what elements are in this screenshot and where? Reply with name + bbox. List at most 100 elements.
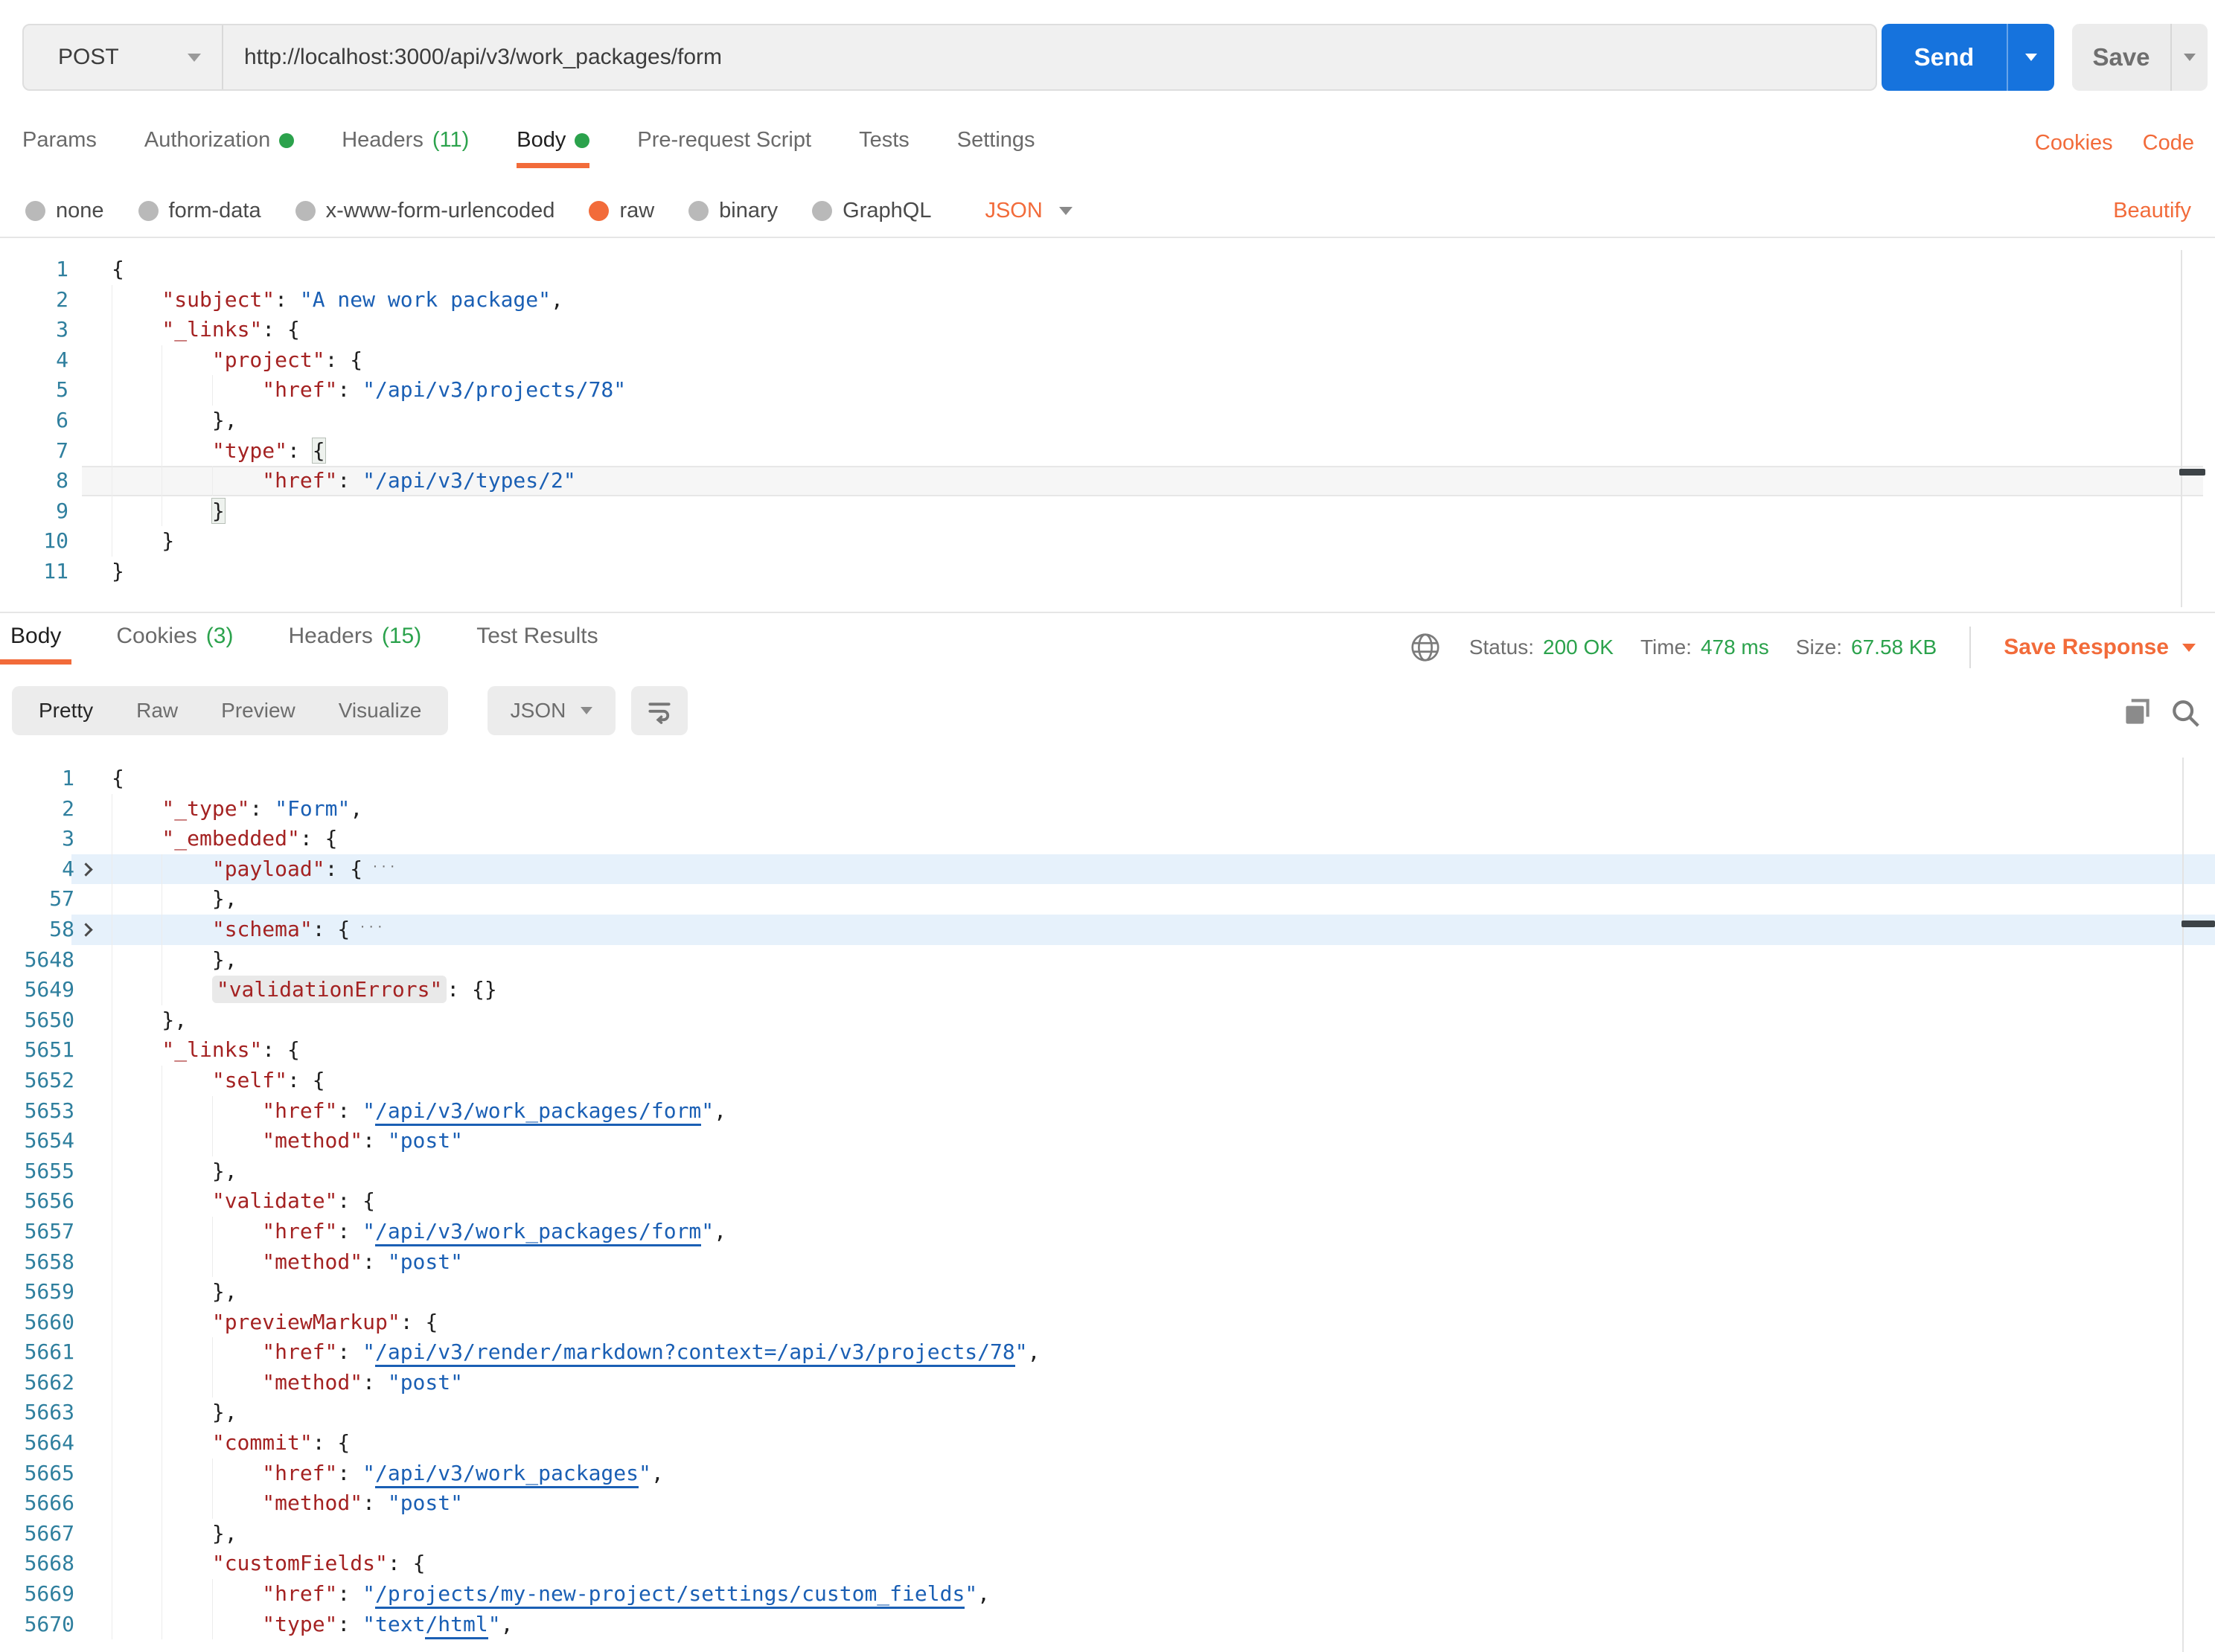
tab-label: Authorization <box>144 128 270 153</box>
save-options-button[interactable] <box>2170 24 2208 91</box>
line-gutter: 5649 <box>0 975 97 1005</box>
copy-response-button[interactable] <box>2118 694 2155 734</box>
link-text[interactable]: /api/v3/work_packages <box>375 1461 639 1488</box>
line-gutter: 5655 <box>0 1156 97 1187</box>
line-number: 4 <box>0 854 74 885</box>
line-number: 5654 <box>0 1126 74 1156</box>
indent-guide <box>112 466 162 496</box>
body-type-form-data[interactable]: form-data <box>138 199 261 223</box>
fold-slot <box>74 854 97 885</box>
code-token: : <box>337 1612 362 1636</box>
response-body-viewer[interactable]: 1{2"_type": "Form",3"_embedded": {4"payl… <box>0 758 2215 1652</box>
code-text: "method": "post" <box>97 1368 463 1398</box>
tab-count: (11) <box>432 128 469 153</box>
code-line: 4"project": { <box>0 345 2215 376</box>
beautify-link[interactable]: Beautify <box>2113 188 2191 234</box>
indent-guide <box>112 854 162 885</box>
code-text: "_embedded": { <box>97 824 337 854</box>
link-text[interactable]: /html <box>425 1612 488 1639</box>
line-gutter: 5663 <box>0 1398 97 1428</box>
response-tab-test-results[interactable]: Test Results <box>466 624 608 665</box>
tab-pre-request-script[interactable]: Pre-request Script <box>637 128 811 168</box>
tab-headers[interactable]: Headers(11) <box>342 128 469 168</box>
request-format-select[interactable]: JSON <box>985 199 1072 223</box>
tab-label: Settings <box>957 128 1035 153</box>
code-token: "subject" <box>162 287 275 312</box>
code-text: }, <box>97 945 237 976</box>
response-scrollbar-track[interactable] <box>2182 758 2184 1652</box>
line-number: 2 <box>0 794 74 825</box>
fold-slot <box>74 1337 97 1368</box>
link-text[interactable]: /api/v3/render/markdown?context=/api/v3/… <box>375 1339 1015 1367</box>
body-type-none[interactable]: none <box>25 199 104 223</box>
response-tab-headers[interactable]: Headers(15) <box>278 624 432 665</box>
cookies-link[interactable]: Cookies <box>2035 131 2113 156</box>
code-token: { <box>337 917 350 941</box>
method-select[interactable]: POST <box>24 25 223 89</box>
fold-slot <box>74 1488 97 1519</box>
tab-tests[interactable]: Tests <box>859 128 910 168</box>
line-number: 5659 <box>0 1277 74 1307</box>
fold-slot <box>74 1307 97 1338</box>
code-line: 1{ <box>0 763 2215 794</box>
save-response-button[interactable]: Save Response <box>2004 635 2196 660</box>
code-token: "/api/v3/types/2" <box>362 468 576 493</box>
indent-guide <box>112 1005 162 1036</box>
code-text: "_links": { <box>97 1035 300 1066</box>
line-gutter: 2 <box>0 285 82 316</box>
line-number: 11 <box>0 557 68 587</box>
send-button[interactable]: Send <box>1882 24 2007 91</box>
code-token: "text <box>362 1612 425 1636</box>
indent-guide <box>112 945 162 976</box>
code-line: 2"_type": "Form", <box>0 794 2215 825</box>
view-tab-visualize[interactable]: Visualize <box>339 699 422 723</box>
code-token: : <box>337 1339 362 1364</box>
divider <box>1969 627 1971 668</box>
response-tab-cookies[interactable]: Cookies(3) <box>106 624 243 665</box>
save-button[interactable]: Save <box>2072 24 2170 91</box>
response-tab-body[interactable]: Body <box>0 624 71 665</box>
view-tab-preview[interactable]: Preview <box>221 699 295 723</box>
url-input[interactable]: http://localhost:3000/api/v3/work_packag… <box>223 25 1876 89</box>
tab-authorization[interactable]: Authorization <box>144 128 294 168</box>
response-format-select[interactable]: JSON <box>488 686 616 735</box>
indent-guide <box>162 945 211 976</box>
link-text[interactable]: /projects/my-new-project/settings/custom… <box>375 1581 965 1609</box>
tab-body[interactable]: Body <box>517 128 589 168</box>
search-response-button[interactable] <box>2169 697 2203 734</box>
body-type-graphql[interactable]: GraphQL <box>812 199 931 223</box>
code-text: "customFields": { <box>97 1549 425 1579</box>
request-scrollbar-track[interactable] <box>2181 250 2182 607</box>
fold-toggle-icon[interactable] <box>79 923 92 936</box>
code-token: : <box>362 1128 388 1153</box>
tab-settings[interactable]: Settings <box>957 128 1035 168</box>
code-token: } <box>162 528 174 553</box>
code-line: 5649"validationErrors": {} <box>0 975 2215 1005</box>
request-body-editor[interactable]: 1{2"subject": "A new work package",3"_li… <box>0 250 2215 592</box>
tab-params[interactable]: Params <box>22 128 97 168</box>
code-line: 2"subject": "A new work package", <box>0 285 2215 316</box>
body-type-x-www-form-urlencoded[interactable]: x-www-form-urlencoded <box>295 199 555 223</box>
code-token: , <box>501 1612 514 1636</box>
code-text: } <box>82 496 225 527</box>
body-type-binary[interactable]: binary <box>688 199 778 223</box>
tab-label: Tests <box>859 128 910 153</box>
body-type-options: none form-data x-www-form-urlencoded raw bin… <box>25 188 1073 234</box>
code-line: 5668"customFields": { <box>0 1549 2215 1579</box>
view-tab-raw[interactable]: Raw <box>136 699 178 723</box>
code-link[interactable]: Code <box>2143 131 2194 156</box>
indent-guide <box>162 1488 211 1519</box>
indent-guide <box>112 526 162 557</box>
link-text[interactable]: /api/v3/work_packages/form <box>375 1219 701 1246</box>
code-line: 5650}, <box>0 1005 2215 1036</box>
wrap-text-button[interactable] <box>631 686 688 735</box>
code-token: "/api/v3/projects/78" <box>362 377 626 402</box>
indent-guide <box>112 1549 162 1579</box>
body-type-raw[interactable]: raw <box>589 199 654 223</box>
fold-toggle-icon[interactable] <box>79 862 92 876</box>
link-text[interactable]: /api/v3/work_packages/form <box>375 1098 701 1126</box>
send-options-button[interactable] <box>2007 24 2054 91</box>
tab-label: Pre-request Script <box>637 128 811 153</box>
line-gutter: 5660 <box>0 1307 97 1338</box>
view-tab-pretty[interactable]: Pretty <box>39 699 93 723</box>
